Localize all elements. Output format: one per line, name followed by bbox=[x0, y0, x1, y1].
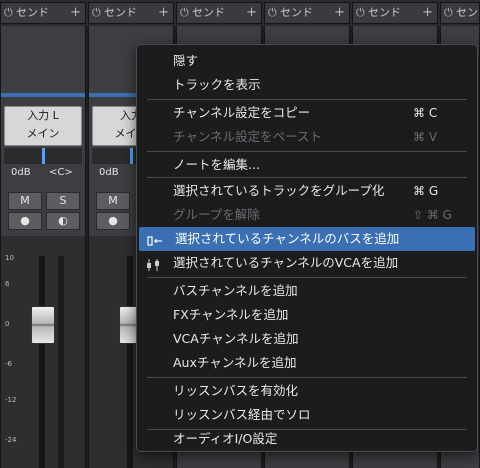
menu-item-copy-channel-settings[interactable]: チャンネル設定をコピー ⌘ C bbox=[137, 101, 477, 125]
menu-item-add-vca-channel[interactable]: VCAチャンネルを追加 bbox=[137, 327, 477, 351]
mute-solo-row: M S bbox=[4, 192, 82, 210]
shortcut-label: ⌘ C bbox=[413, 106, 438, 120]
add-send-icon[interactable]: + bbox=[158, 3, 169, 23]
vca-icon bbox=[145, 256, 161, 271]
menu-item-hide[interactable]: 隠す bbox=[137, 49, 477, 73]
pan-indicator bbox=[42, 148, 45, 164]
monitor-icon[interactable]: ◐ bbox=[46, 212, 80, 230]
volume-readout[interactable]: 0dB bbox=[11, 167, 31, 178]
fader-area: 10 6 0 -6 -12 -24 bbox=[1, 236, 85, 468]
send-bar: ⏻ センド + ⏻ センド + ⏻ センド + ⏻ センド + ⏻ センド + … bbox=[0, 0, 480, 39]
menu-item-add-bus-channel[interactable]: バスチャンネルを追加 bbox=[137, 279, 477, 303]
menu-item-add-vca-for-selected[interactable]: 選択されているチャンネルのVCAを追加 bbox=[137, 251, 477, 275]
power-icon[interactable]: ⏻ bbox=[180, 3, 189, 23]
input-selector[interactable]: 入力 L bbox=[5, 107, 81, 125]
menu-item-paste-channel-settings: チャンネル設定をペースト ⌘ V bbox=[137, 125, 477, 149]
record-arm-icon[interactable]: ● bbox=[8, 212, 42, 230]
volume-readout[interactable]: 0dB bbox=[99, 167, 119, 178]
context-menu: 隠す トラックを表示 チャンネル設定をコピー ⌘ C チャンネル設定をペースト … bbox=[136, 44, 478, 452]
send-label: センド bbox=[280, 6, 313, 19]
mute-button[interactable]: M bbox=[8, 192, 42, 210]
send-slot[interactable]: ⏻ センド bbox=[440, 2, 480, 39]
power-icon[interactable]: ⏻ bbox=[4, 3, 13, 23]
io-routing-box[interactable]: 入力 L メイン bbox=[4, 106, 82, 146]
menu-separator bbox=[147, 99, 467, 100]
output-selector[interactable]: メイン bbox=[5, 125, 81, 143]
add-send-icon[interactable]: + bbox=[334, 3, 345, 23]
channel-strip: 入力 L メイン 0dB <C> M S ● ◐ 10 6 0 -6 -12 -… bbox=[0, 26, 86, 468]
monitor-row: ● ◐ bbox=[4, 212, 82, 230]
menu-item-ungroup: グループを解除 ⇧ ⌘ G bbox=[137, 203, 477, 227]
power-icon[interactable]: ⏻ bbox=[92, 3, 101, 23]
level-meter bbox=[58, 256, 64, 468]
menu-separator bbox=[147, 177, 467, 178]
menu-item-show-track[interactable]: トラックを表示 bbox=[137, 73, 477, 97]
menu-item-edit-notes[interactable]: ノートを編集... bbox=[137, 153, 477, 177]
send-slot[interactable]: ⏻ センド + bbox=[352, 2, 438, 24]
power-icon[interactable]: ⏻ bbox=[268, 3, 277, 23]
menu-item-add-bus-for-selected[interactable]: 選択されているチャンネルのバスを追加 bbox=[139, 227, 475, 251]
shortcut-label: ⌘ G bbox=[413, 184, 439, 198]
solo-button[interactable]: S bbox=[46, 192, 80, 210]
power-icon[interactable]: ⏻ bbox=[444, 3, 453, 23]
menu-item-add-aux-channel[interactable]: Auxチャンネルを追加 bbox=[137, 351, 477, 375]
menu-separator bbox=[147, 151, 467, 152]
send-slot[interactable]: ⏻ センド + bbox=[0, 2, 86, 24]
shortcut-label: ⇧ ⌘ G bbox=[413, 208, 452, 222]
bus-icon bbox=[147, 232, 163, 246]
fader-track bbox=[127, 256, 133, 468]
pan-readout[interactable]: <C> bbox=[49, 167, 73, 178]
menu-item-group-tracks[interactable]: 選択されているトラックをグループ化 ⌘ G bbox=[137, 179, 477, 203]
channel-color-bar bbox=[1, 93, 85, 97]
mute-button[interactable]: M bbox=[96, 192, 130, 210]
send-slot[interactable]: ⏻ センド + bbox=[264, 2, 350, 24]
send-label: センド bbox=[104, 6, 137, 19]
send-label: センド bbox=[16, 6, 49, 19]
send-label: センド bbox=[192, 6, 225, 19]
menu-item-add-fx-channel[interactable]: FXチャンネルを追加 bbox=[137, 303, 477, 327]
record-arm-icon[interactable]: ● bbox=[96, 212, 130, 230]
send-label: センド bbox=[368, 6, 401, 19]
menu-separator bbox=[147, 277, 467, 278]
pan-indicator bbox=[130, 148, 133, 164]
send-slot[interactable]: ⏻ センド + bbox=[88, 2, 174, 24]
fader-track bbox=[39, 256, 45, 468]
volume-fader[interactable] bbox=[31, 306, 55, 344]
menu-separator bbox=[147, 377, 467, 378]
menu-item-audio-io-setup[interactable]: オーディオI/O設定 bbox=[137, 427, 477, 451]
add-send-icon[interactable]: + bbox=[422, 3, 433, 23]
pan-slider[interactable] bbox=[4, 148, 82, 164]
value-readouts: 0dB <C> bbox=[3, 167, 83, 183]
add-send-icon[interactable]: + bbox=[70, 3, 81, 23]
send-slot[interactable]: ⏻ センド + bbox=[176, 2, 262, 24]
power-icon[interactable]: ⏻ bbox=[356, 3, 365, 23]
shortcut-label: ⌘ V bbox=[413, 130, 438, 144]
menu-item-solo-via-listen-bus[interactable]: リッスンバス経由でソロ bbox=[137, 403, 477, 427]
add-send-icon[interactable]: + bbox=[246, 3, 257, 23]
menu-item-enable-listen-bus[interactable]: リッスンバスを有効化 bbox=[137, 379, 477, 403]
